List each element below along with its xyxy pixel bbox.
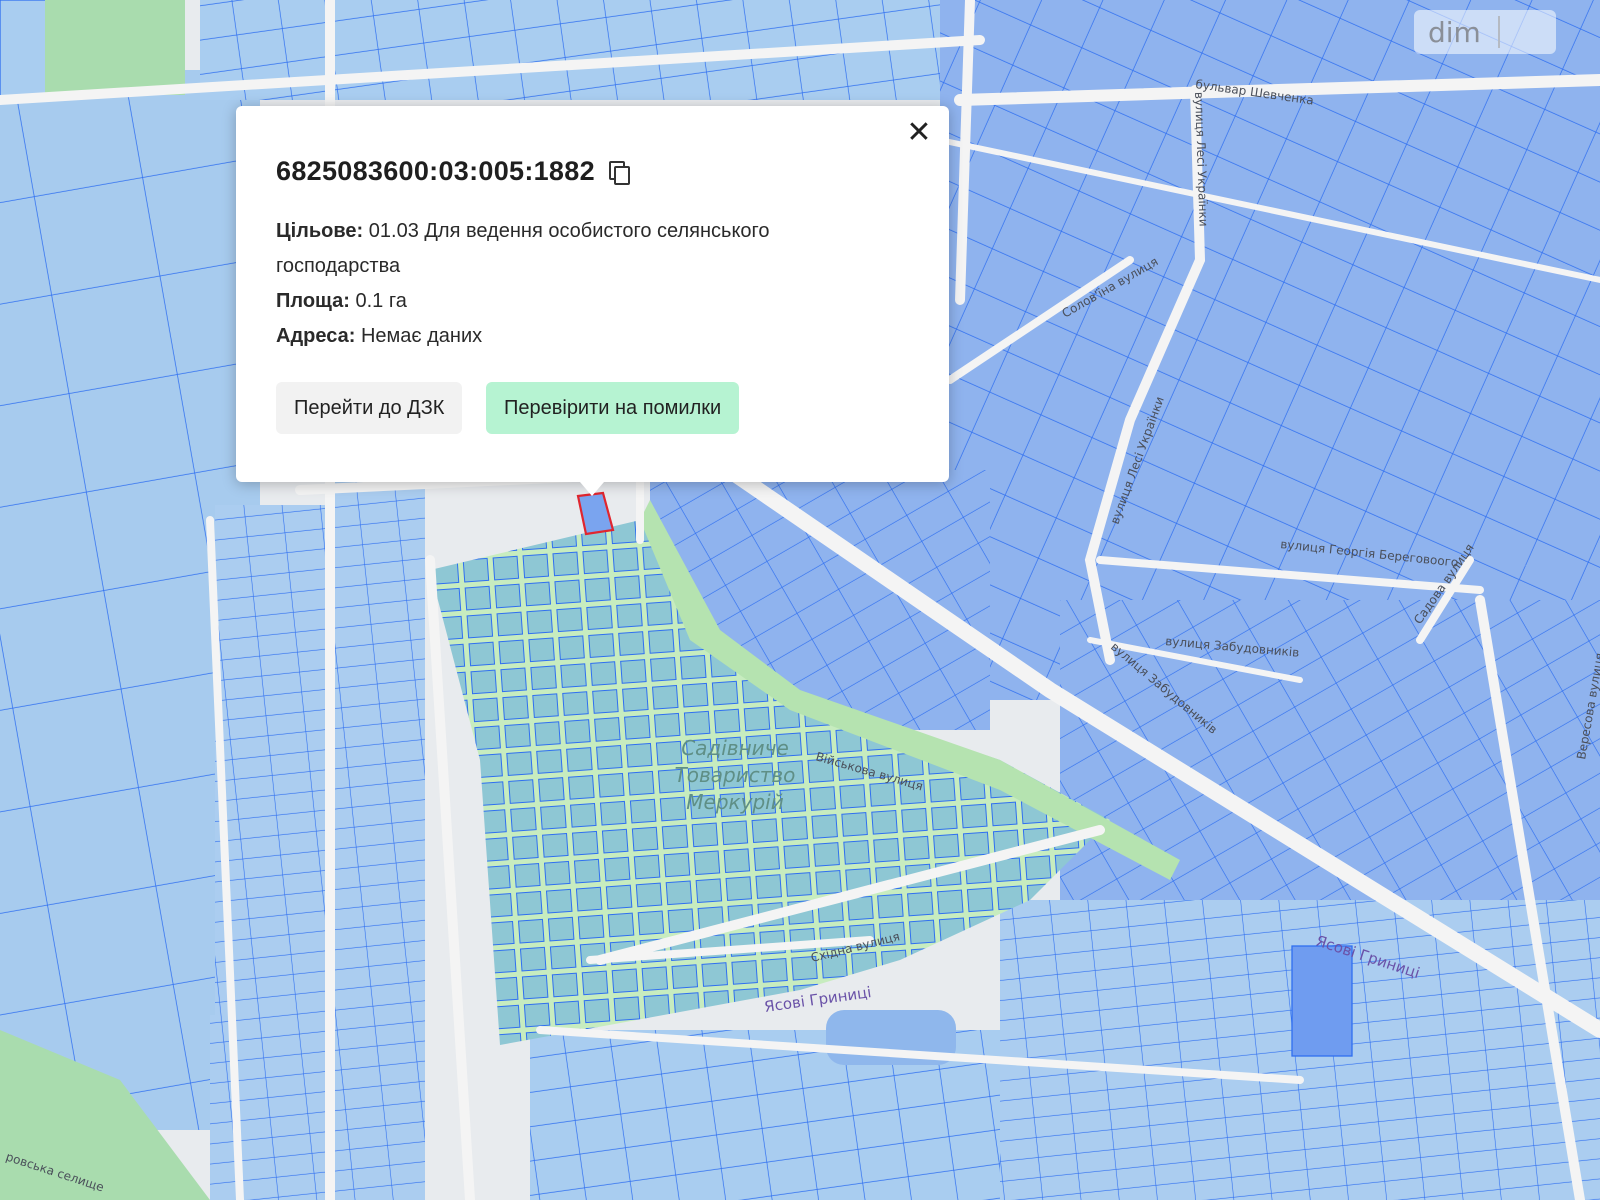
dim-logo: dim bbox=[1414, 10, 1556, 54]
area-value: 0.1 га bbox=[355, 290, 407, 312]
parcel-info-popup: ✕ 6825083600:03:005:1882 Цільове: 01.03 … bbox=[236, 106, 949, 496]
parcel-block-south-left[interactable] bbox=[210, 1015, 330, 1200]
address-label: Адреса: bbox=[276, 325, 356, 347]
close-popup-button[interactable]: ✕ bbox=[905, 118, 933, 148]
purpose-label: Цільове: bbox=[276, 220, 364, 242]
address-row: Адреса: Немає даних bbox=[276, 319, 896, 354]
dim-logo-text: dim bbox=[1428, 16, 1481, 49]
check-errors-button[interactable]: Перевірити на помилки bbox=[486, 382, 740, 434]
cadastral-row: 6825083600:03:005:1882 bbox=[276, 156, 630, 187]
address-value: Немає даних bbox=[360, 325, 483, 347]
parcel-block-east[interactable] bbox=[940, 0, 1600, 700]
copy-icon[interactable] bbox=[608, 160, 630, 185]
green-patch-north bbox=[45, 0, 185, 95]
cadastral-number: 6825083600:03:005:1882 bbox=[276, 156, 595, 186]
purpose-row: Цільове: 01.03 Для ведення особистого се… bbox=[276, 214, 896, 284]
garden-society-label-3: Меркурій bbox=[686, 790, 783, 814]
close-icon[interactable]: ✕ bbox=[906, 115, 931, 150]
garden-society-label-1: Садівниче bbox=[681, 736, 789, 760]
logo-divider bbox=[1498, 16, 1500, 48]
area-label: Площа: bbox=[276, 290, 350, 312]
parcel-details: Цільове: 01.03 Для ведення особистого се… bbox=[276, 214, 896, 354]
parcel-block-left-column-2[interactable] bbox=[335, 480, 425, 1200]
parcel-block-northwest-corner bbox=[0, 0, 51, 101]
area-row: Площа: 0.1 га bbox=[276, 284, 896, 319]
copy-icon-front bbox=[613, 165, 630, 185]
go-to-dzk-button[interactable]: Перейти до ДЗК bbox=[276, 382, 463, 434]
parcel-block-strip-dark bbox=[1291, 945, 1353, 1057]
garden-society-label-2: Товариство bbox=[675, 763, 796, 787]
